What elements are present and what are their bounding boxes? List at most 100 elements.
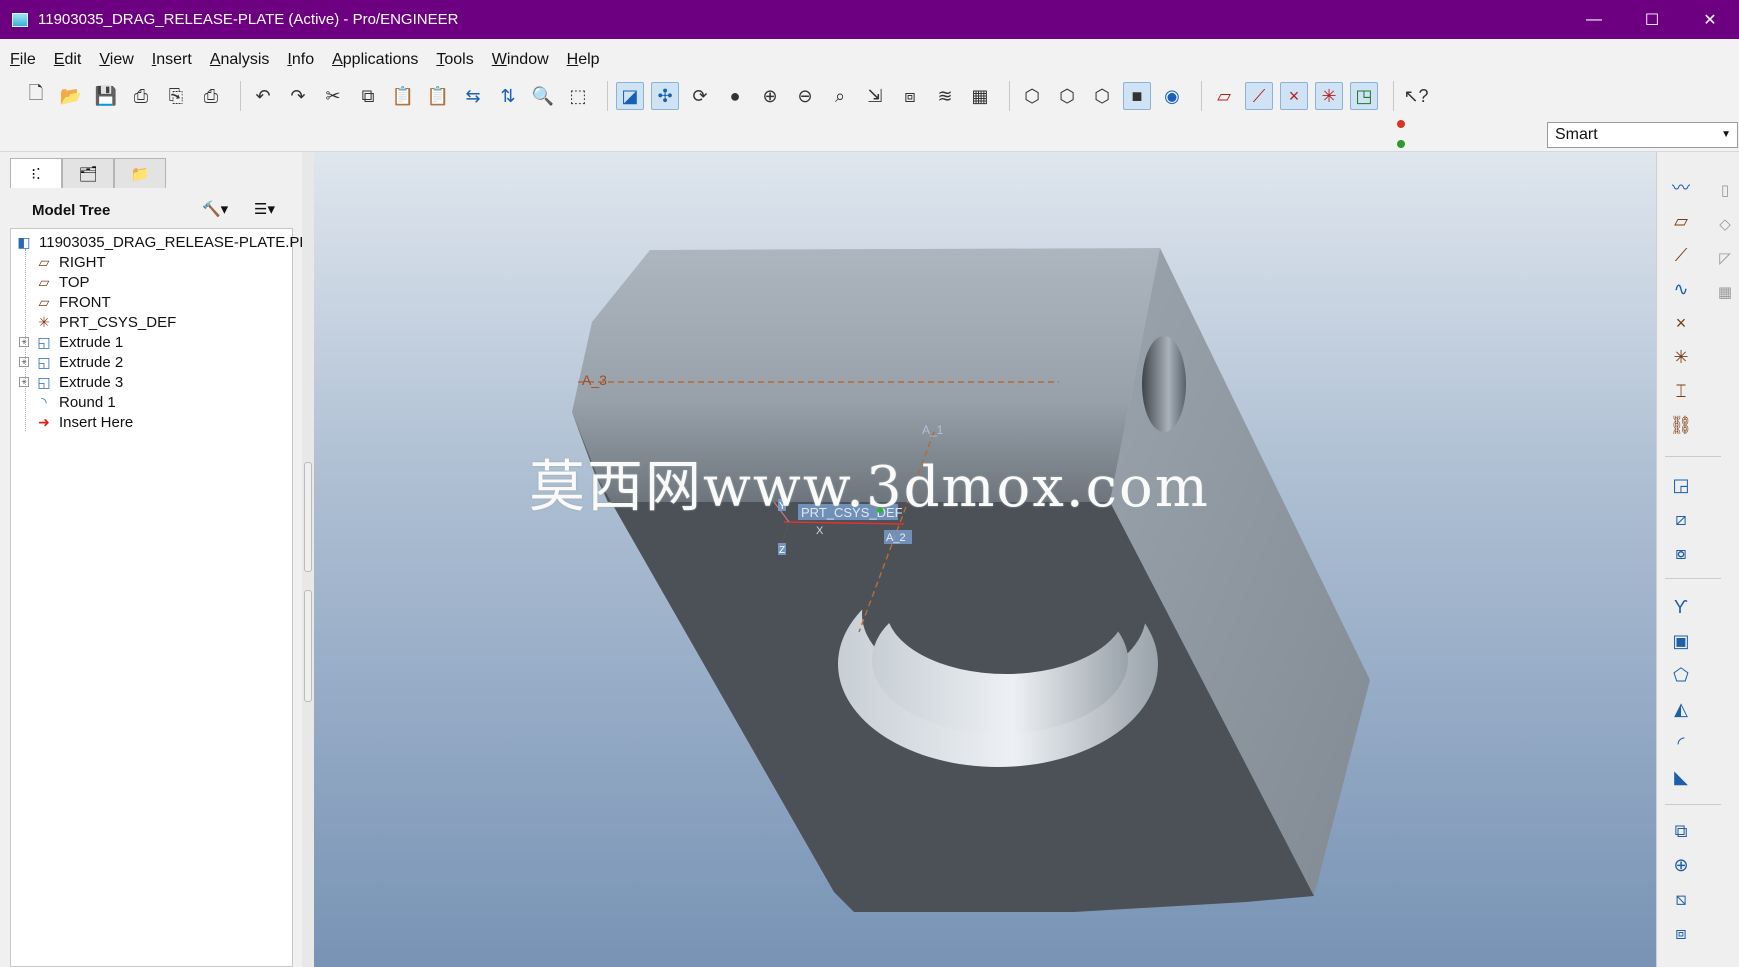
tree-item-insert-here[interactable]: ➜ Insert Here xyxy=(35,411,133,433)
datum-axis-tool-icon[interactable]: ⟋ xyxy=(1667,242,1695,268)
splitter-grip[interactable] xyxy=(304,590,312,702)
selection-filter-select[interactable]: Smart ▼ xyxy=(1547,122,1738,148)
select-box-icon[interactable]: ⬚ xyxy=(564,82,592,110)
analysis-feature-icon[interactable]: ⌶ xyxy=(1667,378,1695,404)
close-button[interactable]: ✕ xyxy=(1681,0,1739,39)
menu-applications[interactable]: Applications xyxy=(332,51,418,69)
orient-mode-icon[interactable]: ⟳ xyxy=(686,82,714,110)
shell-tool-icon[interactable]: ⬠ xyxy=(1667,662,1695,688)
tree-item-csys[interactable]: ✳ PRT_CSYS_DEF xyxy=(35,311,176,333)
new-file-icon[interactable]: 🗋 xyxy=(22,82,50,110)
model-tree-tab[interactable]: ⁝⁚ xyxy=(10,158,62,188)
zoom-out-icon[interactable]: ⊖ xyxy=(791,82,819,110)
datum-points-icon[interactable]: × xyxy=(1280,82,1308,110)
quick-print-icon[interactable]: ⎙ xyxy=(197,82,225,110)
tree-item-right[interactable]: ▱ RIGHT xyxy=(35,251,106,273)
graphics-window[interactable]: A_3 A_1 Y Z PRT_CSYS_DEF X A_2 莫西网www.3d… xyxy=(314,152,1656,967)
revolve-tool-icon[interactable]: ⧇ xyxy=(1667,540,1695,566)
layers-icon[interactable]: ≋ xyxy=(931,82,959,110)
chamfer-tool-icon[interactable]: ⧉ xyxy=(1667,818,1695,844)
paste-special-icon[interactable]: 📋 xyxy=(424,82,452,110)
sketch-tool-icon[interactable]: 〰 xyxy=(1667,174,1695,200)
regen-manager-icon[interactable]: ⇅ xyxy=(494,82,522,110)
saved-views-icon[interactable]: ⧈ xyxy=(896,82,924,110)
coordinate-systems-icon[interactable]: ✳ xyxy=(1315,82,1343,110)
shaded-icon[interactable]: ■ xyxy=(1123,82,1151,110)
menu-view[interactable]: View xyxy=(99,51,133,69)
draft-tool-icon[interactable]: ◜ xyxy=(1667,730,1695,756)
round-tool-icon[interactable]: ◣ xyxy=(1667,764,1695,790)
tree-item-round-1[interactable]: ◝ Round 1 xyxy=(35,391,115,413)
find-icon[interactable]: 🔍 xyxy=(529,82,557,110)
menu-insert[interactable]: Insert xyxy=(152,51,192,69)
open-file-icon[interactable]: 📂 xyxy=(57,82,85,110)
shading-icon[interactable]: ● xyxy=(721,82,749,110)
redo-icon[interactable]: ↷ xyxy=(284,82,312,110)
refit-icon[interactable]: ⌕ xyxy=(826,82,854,110)
extrude-tool-icon[interactable]: ⧄ xyxy=(1667,506,1695,532)
paste-icon[interactable]: 📋 xyxy=(389,82,417,110)
regenerate-icon[interactable]: ⇆ xyxy=(459,82,487,110)
boundary-tool-icon[interactable]: ◇ xyxy=(1713,212,1737,236)
tree-item-front[interactable]: ▱ FRONT xyxy=(35,291,111,313)
menu-window[interactable]: Window xyxy=(492,51,549,69)
minimize-button[interactable]: — xyxy=(1565,0,1623,39)
hidden-line-icon[interactable]: ⬡ xyxy=(1053,82,1081,110)
favorites-tab[interactable]: 📁 xyxy=(114,158,166,188)
rib-tool-icon[interactable]: ◭ xyxy=(1667,696,1695,722)
datum-planes-icon[interactable]: ▱ xyxy=(1210,82,1238,110)
grid-tool-icon[interactable]: ▦ xyxy=(1713,280,1737,304)
menu-edit[interactable]: Edit xyxy=(54,51,82,69)
menu-tools[interactable]: Tools xyxy=(436,51,473,69)
menu-analysis[interactable]: Analysis xyxy=(210,51,270,69)
style-tool-icon[interactable]: ▯ xyxy=(1713,178,1737,202)
maximize-button[interactable]: ☐ xyxy=(1623,0,1681,39)
no-hidden-icon[interactable]: ⬡ xyxy=(1088,82,1116,110)
menu-file[interactable]: File xyxy=(10,51,36,69)
folder-browser-tab[interactable]: 🗂 xyxy=(62,158,114,188)
copy-icon[interactable]: ⧉ xyxy=(354,82,382,110)
tree-item-top[interactable]: ▱ TOP xyxy=(35,271,90,293)
reference-icon[interactable]: ⛓ xyxy=(1667,412,1695,438)
tree-show-icon[interactable]: ☰▾ xyxy=(254,200,275,218)
print-icon[interactable]: ⎙ xyxy=(127,82,155,110)
hole-tool-icon[interactable]: ▣ xyxy=(1667,628,1695,654)
spin-center-icon[interactable]: ✣ xyxy=(651,82,679,110)
sketch-icon[interactable]: ◲ xyxy=(1667,472,1695,498)
mirror-tool-icon[interactable]: ⧅ xyxy=(1667,886,1695,912)
tree-item-extrude-2[interactable]: + ◱ Extrude 2 xyxy=(19,351,123,373)
view-manager-icon[interactable]: ▦ xyxy=(966,82,994,110)
expand-icon[interactable]: + xyxy=(19,377,29,387)
tree-item-extrude-3[interactable]: + ◱ Extrude 3 xyxy=(19,371,123,393)
expand-icon[interactable]: + xyxy=(19,357,29,367)
tree-item-part[interactable]: ◧ 11903035_DRAG_RELEASE-PLATE.PRT xyxy=(15,231,319,253)
context-help-icon[interactable]: ↖? xyxy=(1402,82,1430,110)
undo-icon[interactable]: ↶ xyxy=(249,82,277,110)
reorient-icon[interactable]: ⇲ xyxy=(861,82,889,110)
repaint-icon[interactable]: ◪ xyxy=(616,82,644,110)
zoom-in-icon[interactable]: ⊕ xyxy=(756,82,784,110)
merge-tool-icon[interactable]: ⧈ xyxy=(1667,920,1695,946)
enhanced-realism-icon[interactable]: ◉ xyxy=(1158,82,1186,110)
menu-help[interactable]: Help xyxy=(567,51,600,69)
datum-axes-icon[interactable]: ⟋ xyxy=(1245,82,1273,110)
pattern-tool-icon[interactable]: ⊕ xyxy=(1667,852,1695,878)
annotations-icon[interactable]: ◳ xyxy=(1350,82,1378,110)
print-preview-icon[interactable]: ⎘ xyxy=(162,82,190,110)
splitter-grip[interactable] xyxy=(304,462,312,572)
surface-tool-icon[interactable]: ◸ xyxy=(1713,246,1737,270)
save-icon[interactable]: 💾 xyxy=(92,82,120,110)
panel-splitter[interactable] xyxy=(302,152,314,967)
tree-item-extrude-1[interactable]: + ◱ Extrude 1 xyxy=(19,331,123,353)
csys-tool-icon[interactable]: ✳ xyxy=(1667,344,1695,370)
cut-icon[interactable]: ✂ xyxy=(319,82,347,110)
sweep-tool-icon[interactable]: Ƴ xyxy=(1667,594,1695,620)
tree-settings-icon[interactable]: 🔨▾ xyxy=(202,200,228,218)
datum-plane-tool-icon[interactable]: ▱ xyxy=(1667,208,1695,234)
datum-point-tool-icon[interactable]: × xyxy=(1667,310,1695,336)
wireframe-icon[interactable]: ⬡ xyxy=(1018,82,1046,110)
toolbar-separator xyxy=(1665,456,1721,457)
datum-curve-tool-icon[interactable]: ∿ xyxy=(1667,276,1695,302)
menu-info[interactable]: Info xyxy=(287,51,314,69)
expand-icon[interactable]: + xyxy=(19,337,29,347)
